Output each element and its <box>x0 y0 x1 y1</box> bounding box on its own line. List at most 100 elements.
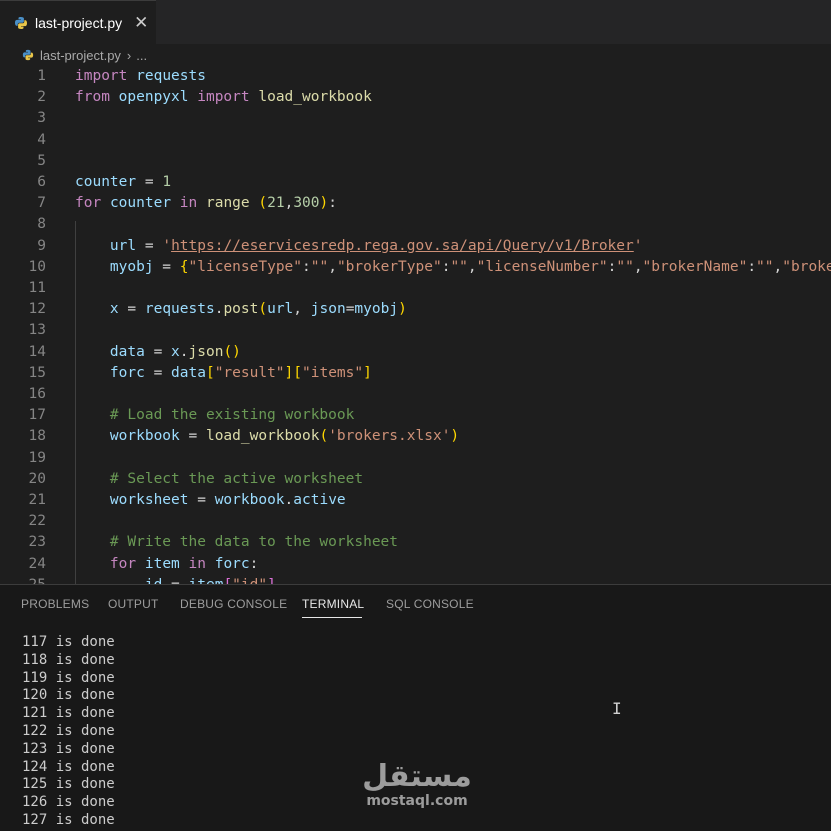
code-line: 5 <box>0 151 831 172</box>
code-token: item <box>144 555 180 572</box>
terminal-line: 122 is done <box>22 723 115 739</box>
line-number: 21 <box>28 492 46 508</box>
code-token: range <box>205 195 250 212</box>
line-number: 5 <box>37 152 46 169</box>
code-token: workbook <box>109 428 180 445</box>
code-line: 6 counter = 1 <box>0 172 831 193</box>
tab-debug-console[interactable]: DEBUG CONSOLE <box>180 597 287 611</box>
line-number: 4 <box>37 131 46 148</box>
code-token: in <box>179 195 198 212</box>
code-text: myobj = {"licenseType":"","brokerType":"… <box>75 257 831 278</box>
line-number: 12 <box>28 301 46 318</box>
line-number: 25 <box>0 575 46 584</box>
breadcrumb-more[interactable]: ... <box>136 48 147 63</box>
code-token: "" <box>450 258 468 275</box>
line-number: 11 <box>28 280 46 296</box>
code-token: { <box>179 258 189 275</box>
code-token: # Select the active worksheet <box>109 470 364 487</box>
code-text: counter = 1 <box>75 172 171 193</box>
watermark-logo: مستقل mostaql.com <box>362 760 472 809</box>
tab-label: last-project.py <box>35 14 123 31</box>
code-token: = <box>136 237 163 254</box>
code-editor[interactable]: 1 import requests 2 from openpyxl import lo… <box>0 66 831 584</box>
code-token: worksheet <box>109 492 189 508</box>
code-token: . <box>284 492 294 508</box>
code-token: ) <box>450 428 460 445</box>
code-text: data = x.json() <box>75 342 241 363</box>
code-token: ) <box>319 195 329 212</box>
code-line: 7 for counter in range (21,300): <box>0 193 831 214</box>
tab-problems[interactable]: PROBLEMS <box>21 597 89 611</box>
line-number: 8 <box>37 216 46 233</box>
code-token: json <box>310 301 346 318</box>
code-token: ][ <box>284 364 303 381</box>
code-line: 4 <box>0 130 831 151</box>
tab-last-project[interactable]: last-project.py ✕ <box>0 0 156 44</box>
python-file-icon <box>14 16 28 30</box>
code-token: ' <box>162 237 172 254</box>
code-token: : <box>302 258 311 275</box>
panel-tabs: PROBLEMS OUTPUT DEBUG CONSOLE TERMINAL S… <box>0 585 831 623</box>
code-token: ( <box>258 301 268 318</box>
terminal-line: 118 is done <box>22 651 115 668</box>
chevron-right-icon: › <box>126 47 132 63</box>
code-line: 24 for item in forc: <box>0 554 831 575</box>
line-number: 9 <box>37 237 46 254</box>
code-line: 21 worksheet = workbook.active <box>0 490 831 511</box>
code-line: 16 <box>0 384 831 405</box>
code-token: "licenseType" <box>188 258 303 275</box>
code-token: myobj <box>109 258 154 275</box>
line-number: 20 <box>28 470 46 487</box>
code-token: requests <box>144 301 215 318</box>
tab-output[interactable]: OUTPUT <box>108 597 159 611</box>
code-token: in <box>188 555 206 572</box>
code-token: counter <box>75 174 137 190</box>
code-token: = <box>162 577 188 584</box>
code-text: # Select the active worksheet <box>75 469 363 490</box>
terminal-line: 121 is done <box>22 705 115 722</box>
code-token: import <box>197 89 250 106</box>
code-token: ' <box>633 237 643 254</box>
code-token: () <box>223 343 241 360</box>
line-number: 18 <box>28 428 46 445</box>
terminal-line: 126 is done <box>22 794 115 811</box>
code-token: ( <box>258 195 268 212</box>
code-token: 'brokers.xlsx' <box>328 428 451 445</box>
line-number: 6 <box>37 174 46 190</box>
code-token: # Load the existing workbook <box>109 407 355 424</box>
code-token: "id" <box>232 577 267 584</box>
code-token: for <box>75 195 102 212</box>
code-line: 22 <box>0 511 831 532</box>
line-number: 19 <box>28 449 46 466</box>
close-icon[interactable]: ✕ <box>134 14 148 31</box>
line-number: 14 <box>28 343 46 360</box>
code-line: 19 <box>0 448 831 469</box>
code-token: import <box>75 68 128 84</box>
code-token: openpyxl <box>118 89 189 106</box>
code-text: from openpyxl import load_workbook <box>75 87 372 108</box>
line-number: 7 <box>37 195 46 212</box>
code-line: 2 from openpyxl import load_workbook <box>0 87 831 108</box>
code-token: 21 <box>267 195 285 212</box>
tab-terminal[interactable]: TERMINAL <box>302 597 364 611</box>
terminal-line: 125 is done <box>22 776 115 793</box>
code-token: url <box>109 237 137 254</box>
text-cursor-icon: I <box>612 699 622 718</box>
code-token: data <box>109 343 145 360</box>
breadcrumb-file[interactable]: last-project.py <box>40 48 121 63</box>
code-token: "" <box>310 258 329 275</box>
code-token: "broker <box>782 258 831 275</box>
tab-sql-console[interactable]: SQL CONSOLE <box>386 597 474 611</box>
code-token: from <box>75 89 110 106</box>
editor-tab-bar: last-project.py ✕ <box>0 0 831 44</box>
